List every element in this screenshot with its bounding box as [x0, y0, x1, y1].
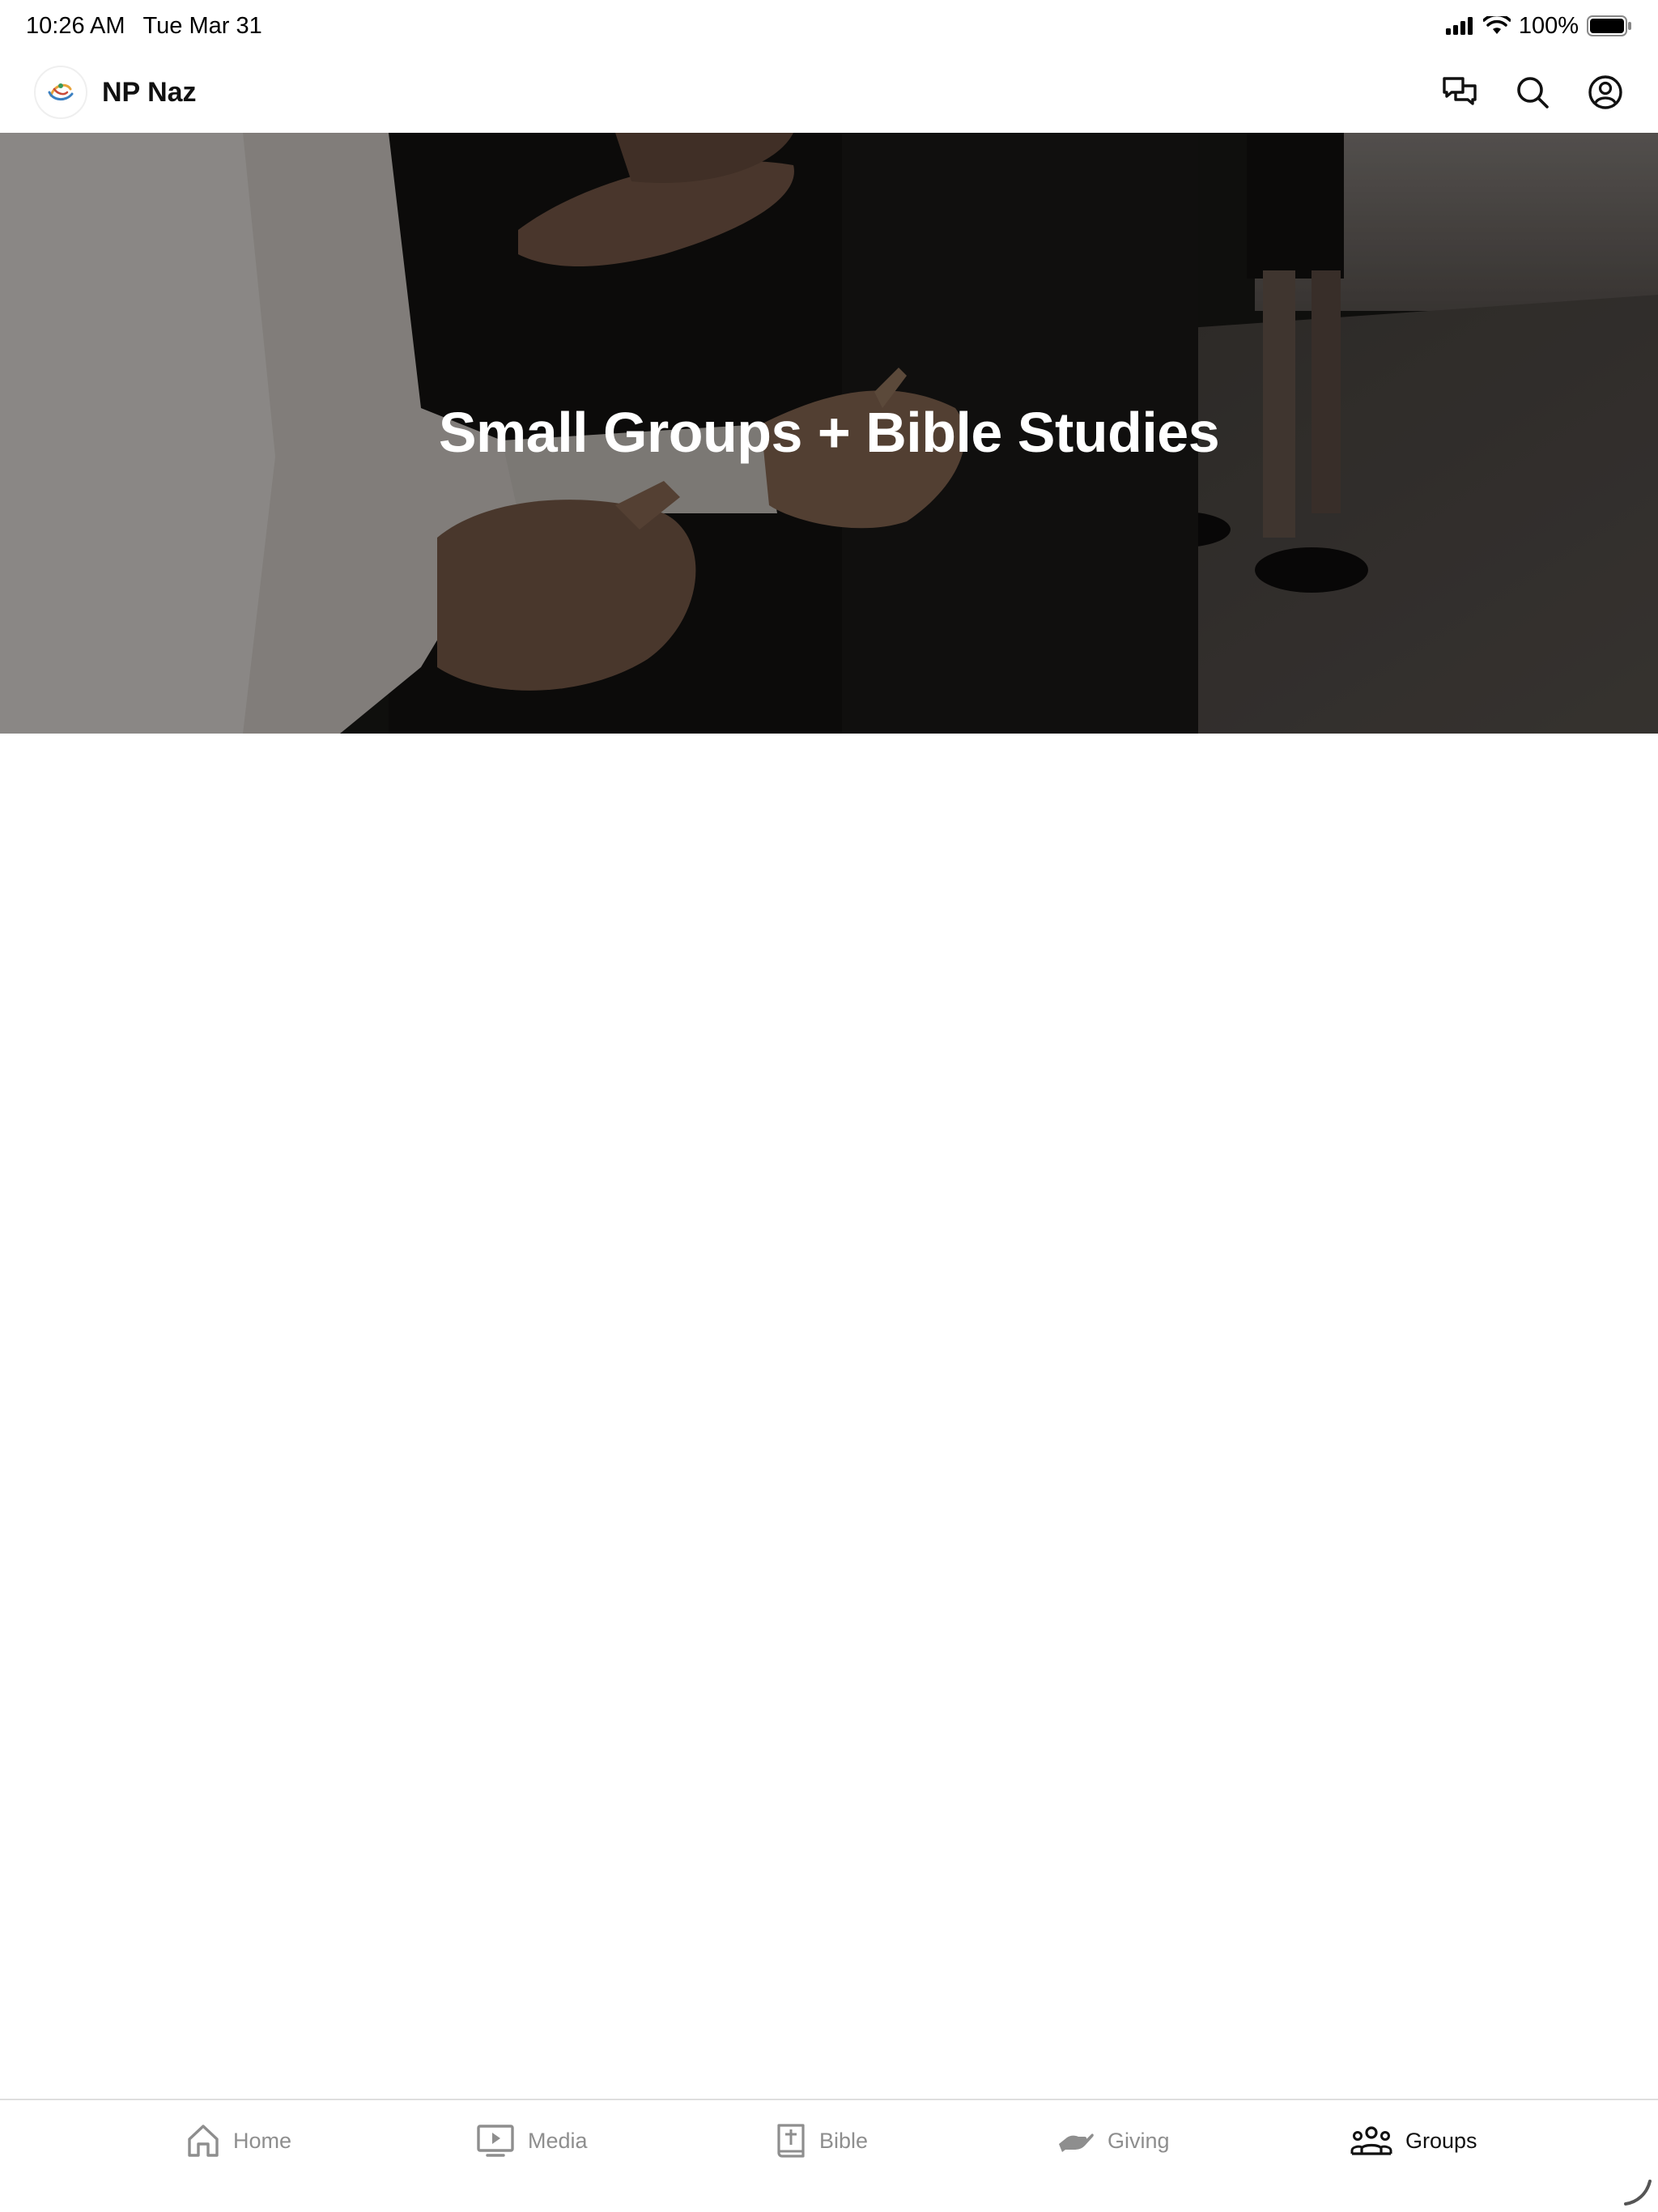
groups-people-icon	[1350, 2126, 1392, 2155]
chat-bubbles-icon	[1443, 77, 1477, 105]
church-logo-icon	[34, 66, 87, 119]
corner-grabber-icon	[1624, 2180, 1652, 2206]
tab-home-label: Home	[233, 2128, 292, 2153]
tab-bible[interactable]: Bible	[776, 2118, 868, 2163]
status-left: 10:26 AM Tue Mar 31	[26, 13, 262, 40]
battery-percent: 100%	[1518, 12, 1579, 39]
wifi-icon	[1482, 16, 1511, 36]
giving-hand-icon	[1059, 2133, 1094, 2152]
tab-groups-label: Groups	[1405, 2128, 1477, 2153]
status-time: 10:26 AM	[26, 12, 125, 39]
status-right: 100%	[1445, 12, 1632, 40]
app-header: NP Naz	[0, 52, 1658, 133]
brand[interactable]: NP Naz	[34, 66, 197, 119]
tab-home[interactable]: Home	[186, 2118, 291, 2163]
search-button[interactable]	[1514, 74, 1551, 111]
hero-title: Small Groups + Bible Studies	[438, 401, 1220, 464]
battery-icon	[1587, 15, 1632, 36]
account-circle-icon	[1588, 75, 1622, 109]
tab-groups[interactable]: Groups	[1350, 2118, 1477, 2163]
bible-book-icon	[777, 2124, 805, 2158]
tab-bible-label: Bible	[819, 2128, 869, 2153]
chat-button[interactable]	[1441, 74, 1478, 111]
tab-giving[interactable]: Giving	[1057, 2118, 1170, 2163]
status-date: Tue Mar 31	[142, 12, 262, 39]
tab-bar: Home Media Bible Giving Groups	[0, 2099, 1658, 2212]
search-icon	[1517, 77, 1549, 108]
content-area	[0, 734, 1658, 2099]
status-bar: 10:26 AM Tue Mar 31 100%	[0, 0, 1658, 52]
tab-media-label: Media	[528, 2128, 588, 2153]
tv-play-icon	[477, 2125, 514, 2157]
app-title: NP Naz	[102, 76, 197, 108]
hero-banner: Small Groups + Bible Studies	[0, 133, 1658, 734]
cellular-signal-icon	[1445, 17, 1475, 35]
tab-giving-label: Giving	[1107, 2128, 1170, 2153]
home-icon	[188, 2125, 219, 2157]
profile-button[interactable]	[1587, 74, 1624, 111]
tab-media[interactable]: Media	[476, 2118, 588, 2163]
header-actions	[1441, 74, 1624, 111]
